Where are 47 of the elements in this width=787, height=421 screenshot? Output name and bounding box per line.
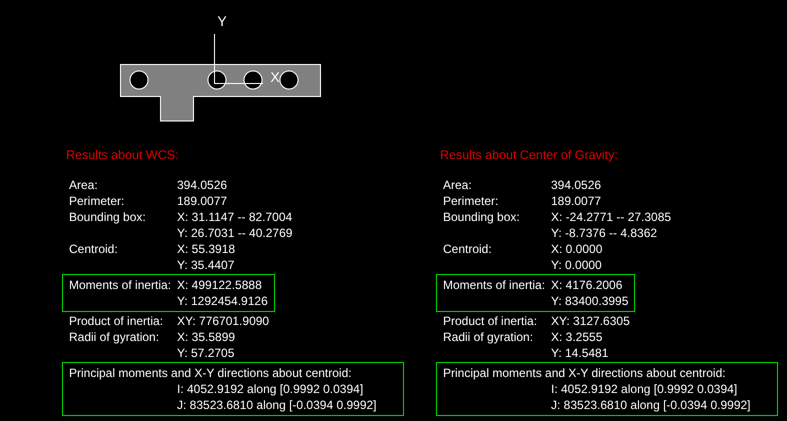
property-label: Product of inertia: (69, 313, 164, 329)
property-label: Radii of gyration: (443, 329, 534, 345)
property-value: X: 55.3918 (177, 241, 236, 257)
property-label: Centroid: (443, 241, 493, 257)
property-value: X: 499122.5888 (177, 277, 262, 293)
section-heading: Results about Center of Gravity: (440, 148, 619, 162)
property-label: Bounding box: (69, 209, 147, 225)
property-value: Y: 83400.3995 (551, 293, 628, 309)
property-label: Moments of inertia: (443, 277, 546, 293)
property-value: 189.0077 (177, 193, 228, 209)
property-value: Y: 1292454.9126 (177, 293, 268, 309)
property-value: Y: 57.2705 (177, 345, 234, 361)
property-label: Radii of gyration: (69, 329, 160, 345)
property-value: X: 31.1147 -- 82.7004 (177, 209, 292, 225)
property-value: Y: 35.4407 (177, 257, 234, 273)
property-value: X: -24.2771 -- 27.3085 (551, 209, 672, 225)
section-heading: Results about WCS: (66, 148, 180, 162)
property-value: X: 0.0000 (551, 241, 602, 257)
property-value: 189.0077 (551, 193, 602, 209)
property-value: J: 83523.6810 along [-0.0394 0.9992] (177, 397, 376, 413)
property-value: Y: 0.0000 (551, 257, 602, 273)
property-value: X: 4176.2006 (551, 277, 622, 293)
property-value: I: 4052.9192 along [0.9992 0.0394] (177, 381, 364, 397)
property-value: J: 83523.6810 along [-0.0394 0.9992] (551, 397, 750, 413)
property-label: Principal moments and X-Y directions about centroid: (69, 365, 352, 381)
property-value: XY: 3127.6305 (551, 313, 630, 329)
property-value: 394.0526 (551, 177, 602, 193)
property-value: X: 35.5899 (177, 329, 236, 345)
axis-label: X (270, 69, 280, 85)
property-value: Y: 14.5481 (551, 345, 608, 361)
property-value: Y: 26.7031 -- 40.2769 (177, 225, 292, 241)
axis-label: Y (217, 13, 227, 29)
property-label: Perimeter: (443, 193, 500, 209)
property-label: Bounding box: (443, 209, 521, 225)
property-label: Centroid: (69, 241, 119, 257)
property-value: X: 3.2555 (551, 329, 602, 345)
ucs-axes-icon (214, 34, 264, 84)
property-value: XY: 776701.9090 (177, 313, 270, 329)
property-label: Perimeter: (69, 193, 126, 209)
property-value: I: 4052.9192 along [0.9992 0.0394] (551, 381, 738, 397)
property-value: Y: -8.7376 -- 4.8362 (551, 225, 658, 241)
property-label: Area: (69, 177, 99, 193)
property-value: 394.0526 (177, 177, 228, 193)
property-label: Moments of inertia: (69, 277, 172, 293)
property-label: Principal moments and X-Y directions about centroid: (443, 365, 726, 381)
property-label: Product of inertia: (443, 313, 538, 329)
property-label: Area: (443, 177, 473, 193)
